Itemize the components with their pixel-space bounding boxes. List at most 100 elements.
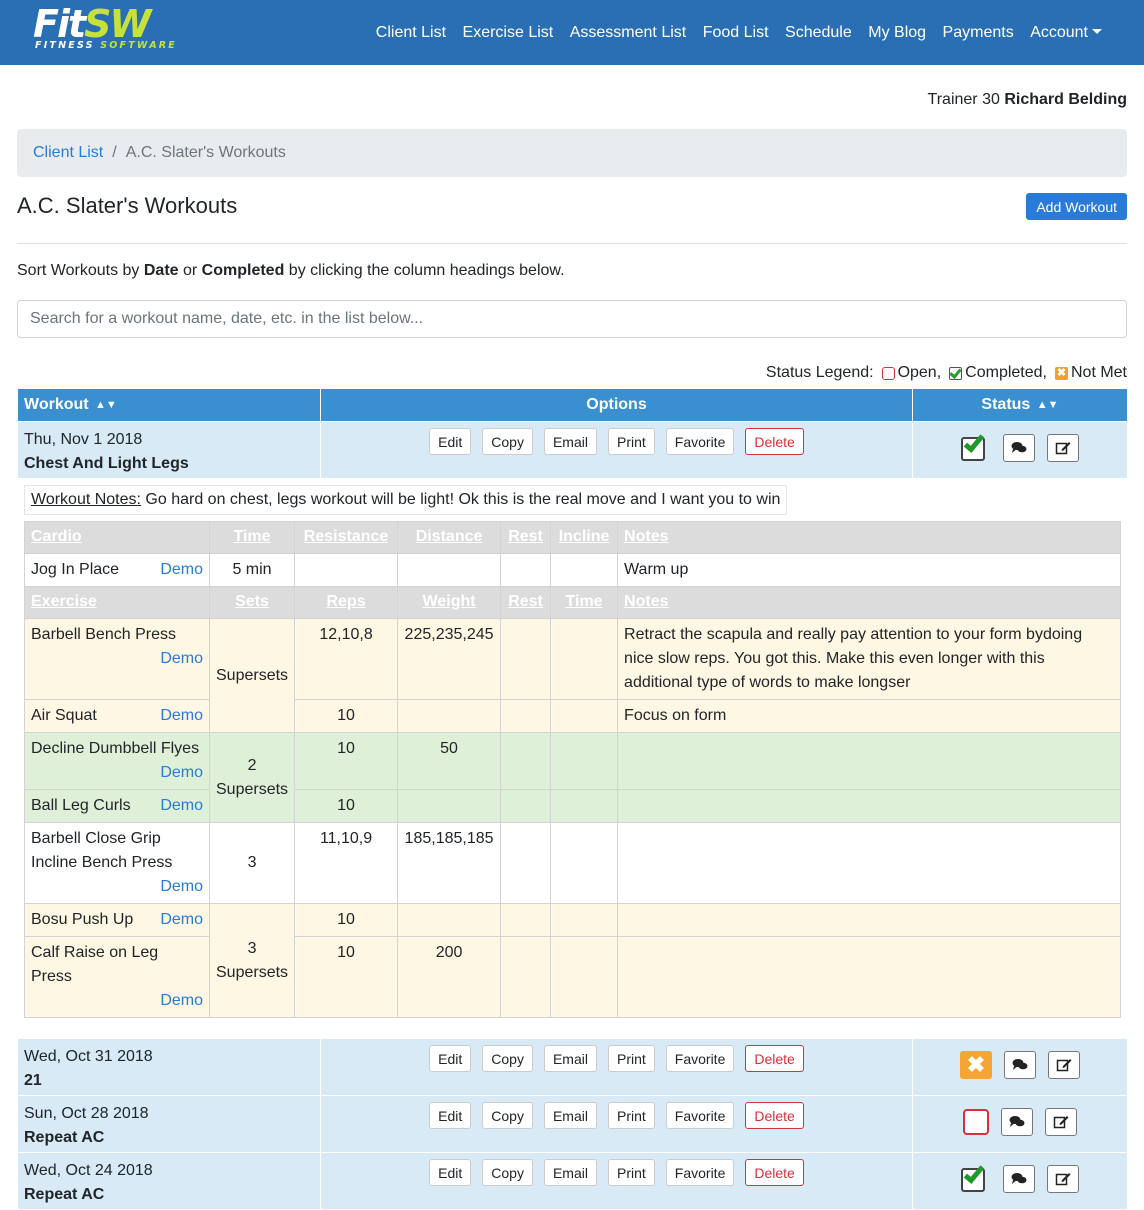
workout-column-header[interactable]: Workout ▲▼ [17,388,321,422]
legend-not-met: Not Met [1070,364,1127,381]
edit-button[interactable]: Edit [429,1159,472,1186]
workout-search-input[interactable] [17,300,1127,338]
print-button[interactable]: Print [607,1102,655,1129]
workout-cell[interactable]: Wed, Oct 24 2018 Repeat AC [17,1152,321,1210]
cardio-header-row: Cardio Time Resistance Distance Rest Inc… [24,521,1121,554]
edit-notes-button[interactable] [1047,434,1079,462]
breadcrumb-client-list[interactable]: Client List [33,144,103,162]
edit-button[interactable]: Edit [429,1045,472,1072]
exercise-weight: 185,185,185 [397,822,502,904]
demo-link[interactable]: Demo [160,650,203,667]
nav-my-blog[interactable]: My Blog [868,24,926,42]
exercise-weight: 225,235,245 [397,618,502,700]
demo-link[interactable]: Demo [160,992,203,1009]
nav-exercise-list[interactable]: Exercise List [463,24,554,42]
fitsw-logo[interactable]: FitSW FITNESS SOFTWARE [33,2,188,54]
nav-account-dropdown[interactable]: Account [1030,24,1102,42]
open-status-icon[interactable] [963,1109,989,1135]
workout-notes: Workout Notes: Go hard on chest, legs wo… [24,485,788,515]
edit-notes-button[interactable] [1045,1108,1077,1136]
logo-tagline: FITNESS SOFTWARE [35,40,177,51]
comment-button[interactable] [1001,1108,1033,1136]
copy-button[interactable]: Copy [482,1045,533,1072]
workout-cell[interactable]: Thu, Nov 1 2018 Chest And Light Legs [17,421,321,479]
exercise-reps: 10 [294,699,399,733]
delete-button[interactable]: Delete [745,428,804,455]
nav-schedule[interactable]: Schedule [785,24,852,42]
demo-link[interactable]: Demo [160,794,203,818]
email-button[interactable]: Email [543,428,597,455]
exercise-name-cell: Barbell Bench Press Demo [24,618,210,700]
favorite-button[interactable]: Favorite [665,1159,735,1186]
favorite-button[interactable]: Favorite [665,1045,735,1072]
status-legend: Status Legend: Open, Completed, ✖ Not Met [766,364,1127,382]
email-button[interactable]: Email [543,1159,597,1186]
exercise-name-cell: Air Squat Demo [24,699,210,733]
completed-checkbox-icon[interactable] [961,431,991,461]
exercise-name-cell: Ball Leg Curls Demo [24,789,210,823]
print-button[interactable]: Print [607,1159,655,1186]
not-met-status-icon: ✖ [1054,366,1068,380]
exercise-name: Decline Dumbbell Flyes [31,740,200,757]
weight-header: Weight [397,586,502,619]
exercise-time [550,618,619,700]
demo-link[interactable]: Demo [160,764,203,781]
cardio-resistance [294,553,399,587]
demo-link[interactable]: Demo [160,704,203,728]
notes-header: Notes [617,521,1121,554]
completed-checkbox-icon[interactable] [961,1162,991,1192]
delete-button[interactable]: Delete [745,1045,804,1072]
edit-notes-button[interactable] [1048,1051,1080,1079]
exercise-sets: Supersets [216,963,289,981]
sort-instructions: Sort Workouts by Date or Completed by cl… [17,262,565,279]
status-cell [912,421,1128,479]
demo-link[interactable]: Demo [160,558,203,582]
demo-link[interactable]: Demo [160,908,203,932]
demo-link[interactable]: Demo [160,878,203,895]
favorite-button[interactable]: Favorite [665,428,735,455]
edit-icon [1055,1173,1071,1186]
nav-food-list[interactable]: Food List [703,24,769,42]
edit-button[interactable]: Edit [429,428,472,455]
email-button[interactable]: Email [543,1045,597,1072]
exercise-reps: 10 [294,789,399,823]
distance-header: Distance [397,521,502,554]
not-met-status-icon[interactable]: ✖ [960,1051,992,1079]
cardio-header: Cardio [24,521,210,554]
print-button[interactable]: Print [607,1045,655,1072]
status-column-header[interactable]: Status ▲▼ [912,388,1128,422]
favorite-button[interactable]: Favorite [665,1102,735,1129]
exercise-name-cell: Bosu Push Up Demo [24,903,210,937]
copy-button[interactable]: Copy [482,428,533,455]
comment-button[interactable] [1004,1051,1036,1079]
comment-button[interactable] [1003,1165,1035,1193]
add-workout-button[interactable]: Add Workout [1026,193,1127,220]
exercise-rest [500,618,552,700]
email-button[interactable]: Email [543,1102,597,1129]
exercise-notes [617,903,1121,937]
edit-button[interactable]: Edit [429,1102,472,1129]
workout-cell[interactable]: Wed, Oct 31 2018 21 [17,1038,321,1096]
exercise-sets-count: 3 [247,939,257,957]
exercise-rest [500,822,552,904]
nav-client-list[interactable]: Client List [376,24,446,42]
exercise-sets: 3 [208,822,296,904]
nav-assessment-list[interactable]: Assessment List [570,24,686,42]
print-button[interactable]: Print [607,428,655,455]
nav-payments[interactable]: Payments [943,24,1014,42]
comment-button[interactable] [1003,434,1035,462]
exercise-notes: Focus on form [617,699,1121,733]
legend-completed: Completed, [965,364,1047,381]
copy-button[interactable]: Copy [482,1102,533,1129]
exercise-row: Calf Raise on Leg Press Demo 10 200 [24,936,1121,1018]
cardio-name-cell: Jog In Place Demo [24,553,210,587]
exercise-time [550,903,619,937]
delete-button[interactable]: Delete [745,1102,804,1129]
copy-button[interactable]: Copy [482,1159,533,1186]
workout-cell[interactable]: Sun, Oct 28 2018 Repeat AC [17,1095,321,1153]
workout-name: Chest And Light Legs [24,455,189,472]
delete-button[interactable]: Delete [745,1159,804,1186]
exercise-header: Exercise [24,586,210,619]
edit-notes-button[interactable] [1047,1165,1079,1193]
exercise-sets-cell: 2 Supersets [208,732,296,823]
